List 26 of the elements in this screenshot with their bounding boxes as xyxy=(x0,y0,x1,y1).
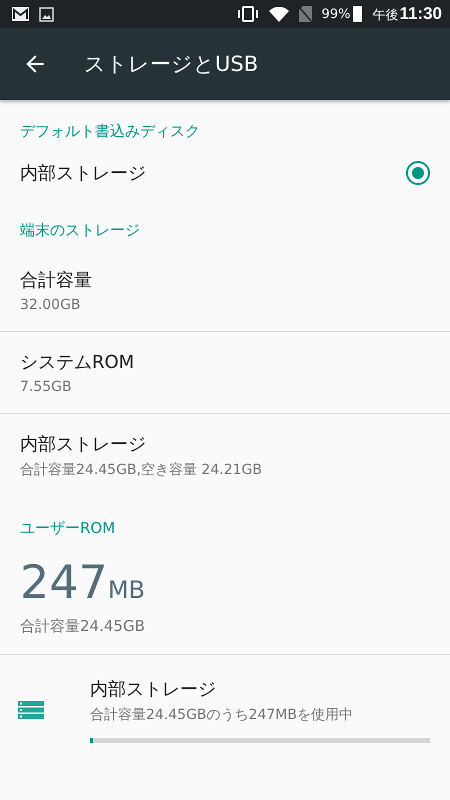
item-summary: 7.55GB xyxy=(20,379,73,395)
total-capacity: 合計容量24.45GB xyxy=(20,616,145,635)
no-sim-icon xyxy=(298,6,312,22)
section-header: ユーザーROM xyxy=(19,518,116,539)
battery-percent: 99% xyxy=(322,6,350,22)
vibrate-icon xyxy=(236,6,259,22)
time-prefix: 午後 xyxy=(372,7,398,24)
wifi-icon xyxy=(268,6,289,22)
volume-summary: 合計容量24.45GBのうち247MBを使用中 xyxy=(90,706,354,724)
clock: 11:30 xyxy=(399,4,442,24)
image-icon xyxy=(39,6,54,22)
radio-button[interactable] xyxy=(406,161,430,185)
option-label: 内部ストレージ xyxy=(20,162,146,185)
mail-icon xyxy=(12,7,29,21)
item-title: 合計容量 xyxy=(20,270,92,291)
battery-icon xyxy=(353,6,362,22)
item-title: システムROM xyxy=(20,352,134,373)
item-summary: 32.00GB xyxy=(20,297,82,313)
storage-icon xyxy=(18,700,44,719)
used-amount: 247 MB xyxy=(20,556,145,609)
volume-title: 内部ストレージ xyxy=(90,678,216,700)
item-summary: 合計容量24.45GB,空き容量 24.21GB xyxy=(20,461,263,479)
section-header: デフォルト書込みディスク xyxy=(19,121,201,142)
section-header: 端末のストレージ xyxy=(19,220,141,241)
window-title: ストレージとUSB xyxy=(84,51,258,78)
item-title: 内部ストレージ xyxy=(20,434,146,455)
